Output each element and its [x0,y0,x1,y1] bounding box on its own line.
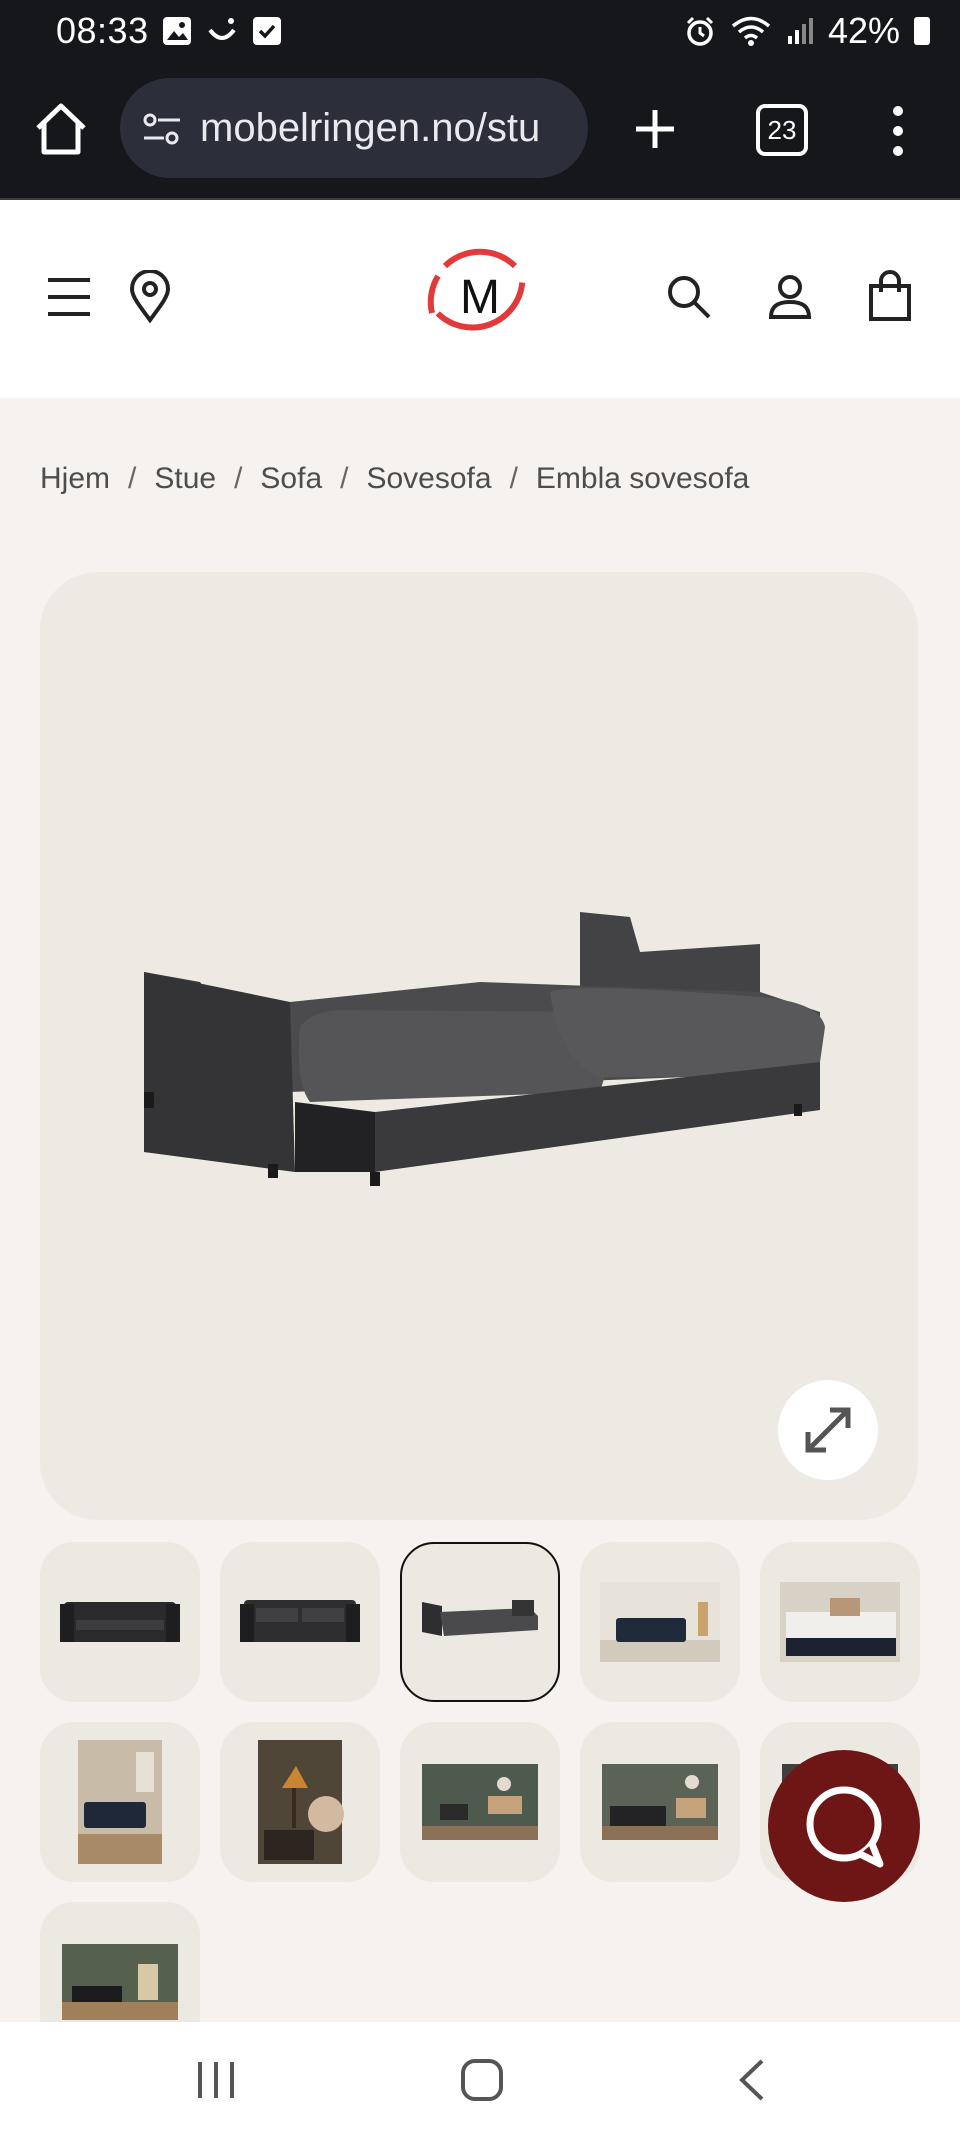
logo-letter: M [460,271,500,324]
battery-percent: 42% [827,10,900,51]
thumbnail-2[interactable] [220,1542,380,1702]
search-icon[interactable] [666,274,712,320]
sofa-front-2-thumbnail [240,1600,360,1642]
tab-switcher-button[interactable]: 23 [756,104,808,156]
image-icon [163,17,191,45]
thumbnail-3-selected[interactable] [400,1542,560,1702]
lamp-detail-thumbnail [258,1740,344,1864]
thumbnail-8[interactable] [400,1722,560,1882]
home-icon[interactable] [32,100,90,158]
expand-image-button[interactable] [778,1380,878,1480]
thumbnail-4[interactable] [580,1542,740,1702]
alarm-icon [686,16,713,46]
site-logo[interactable]: M [420,238,540,358]
breadcrumb-separator: / [234,462,243,495]
checkbox-icon [253,17,281,45]
site-header: M [0,200,960,398]
breadcrumb-separator: / [340,462,349,495]
recent-apps-icon[interactable] [194,2060,238,2100]
address-bar[interactable]: mobelringen.no/stu [120,78,588,178]
sofa-bed-open-thumbnail [422,1600,538,1636]
breadcrumb-home[interactable]: Hjem [40,462,110,495]
site-settings-icon[interactable] [142,112,182,146]
bed-made-thumbnail [780,1582,900,1662]
status-bar: 08:33 42% [0,0,960,64]
new-tab-icon[interactable] [630,104,680,154]
expand-arrows-icon [805,1407,851,1453]
workspace-thumbnail [422,1764,538,1840]
breadcrumb-separator: / [128,462,137,495]
smile-icon [208,18,236,40]
sofa-front-thumbnail [60,1602,180,1642]
back-icon[interactable] [736,2058,766,2102]
bedroom-thumbnail [602,1764,718,1840]
breadcrumb-current[interactable]: Embla sovesofa [536,462,749,495]
breadcrumb-sovesofa[interactable]: Sovesofa [366,462,491,495]
thumbnail-5[interactable] [760,1542,920,1702]
thumbnail-9[interactable] [580,1722,740,1882]
store-location-icon[interactable] [128,270,172,324]
cart-bag-icon[interactable] [868,270,912,322]
breadcrumb-stue[interactable]: Stue [154,462,216,495]
chat-support-button[interactable] [768,1750,920,1902]
more-menu-icon[interactable] [888,104,908,158]
home-nav-icon[interactable] [460,2058,504,2102]
browser-toolbar: mobelringen.no/stu 23 [0,64,960,200]
product-main-image[interactable] [40,572,918,1520]
lounge-thumbnail [78,1740,162,1864]
system-navigation-bar [0,2022,960,2140]
thumbnail-1[interactable] [40,1542,200,1702]
status-time: 08:33 [56,10,149,51]
breadcrumb: Hjem / Stue / Sofa / Sovesofa / Embla sovesofa [40,462,749,496]
breadcrumb-sofa[interactable]: Sofa [260,462,322,495]
thumbnail-6[interactable] [40,1722,200,1882]
wifi-icon [731,16,771,46]
battery-icon [914,17,930,45]
tab-count: 23 [767,115,797,145]
chat-bubble-icon [806,1786,884,1868]
hamburger-menu-icon[interactable] [46,276,92,318]
sofa-bed-image [144,912,825,1186]
account-icon[interactable] [768,274,812,320]
url-text: mobelringen.no/stu [200,106,541,150]
breadcrumb-separator: / [509,462,518,495]
signal-icon [787,18,813,44]
thumbnail-7[interactable] [220,1722,380,1882]
living-room-thumbnail [600,1582,720,1662]
